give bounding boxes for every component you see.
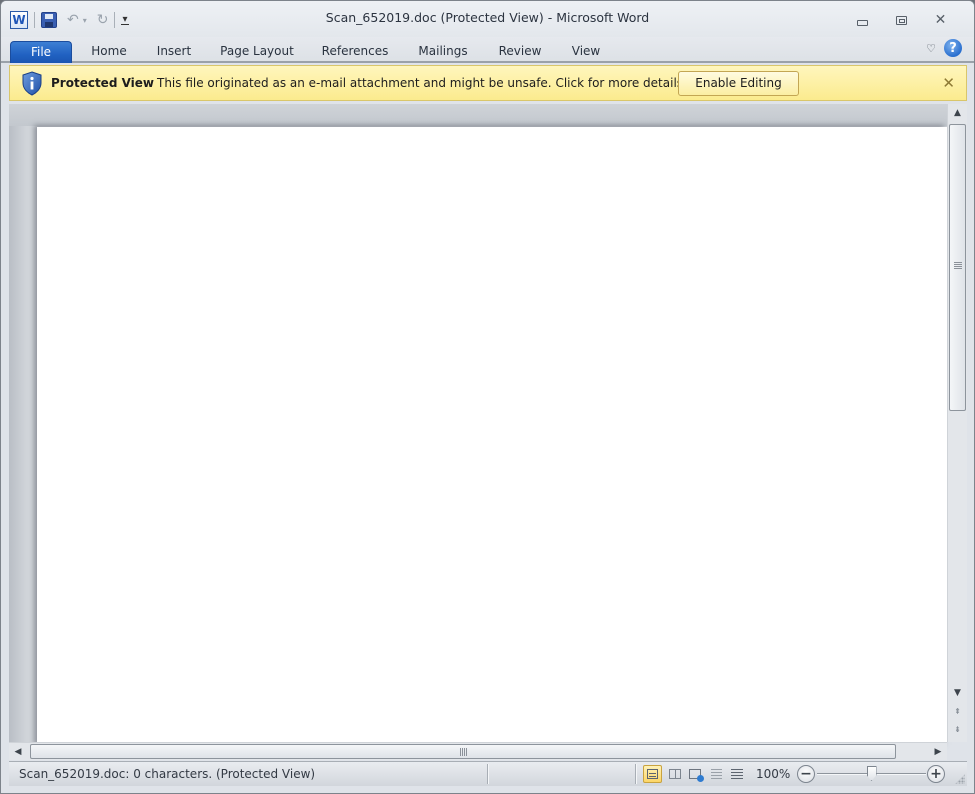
print-layout-view-button[interactable] <box>643 765 662 783</box>
protected-view-title: Protected View <box>51 76 155 90</box>
status-divider <box>635 764 636 784</box>
shield-info-icon <box>22 71 42 96</box>
scroll-left-icon[interactable]: ◀ <box>9 743 27 761</box>
minimize-button[interactable] <box>843 10 882 30</box>
document-area <box>9 104 947 747</box>
minimize-ribbon-icon[interactable]: ♡ <box>926 42 936 55</box>
draft-icon <box>730 769 743 779</box>
tab-home[interactable]: Home <box>81 41 137 63</box>
zoom-slider-thumb[interactable] <box>866 766 877 781</box>
horizontal-scroll-thumb[interactable] <box>30 744 896 759</box>
scroll-right-icon[interactable]: ▶ <box>929 743 947 761</box>
help-icon[interactable]: ? <box>944 39 962 57</box>
enable-editing-button[interactable]: Enable Editing <box>678 71 799 96</box>
draft-view-button[interactable] <box>727 765 746 783</box>
zoom-out-button[interactable]: − <box>797 765 815 783</box>
tab-mailings[interactable]: Mailings <box>407 41 479 63</box>
vertical-scroll-thumb[interactable] <box>949 124 966 411</box>
title-bar: W ↶ ▾ ↻ ▾ Scan_652019.doc (Protected Vie… <box>1 1 974 37</box>
horizontal-scrollbar[interactable]: ◀ ▶ <box>9 742 947 760</box>
minimize-icon <box>857 20 868 26</box>
tab-file[interactable]: File <box>10 41 72 63</box>
maximize-icon <box>896 15 907 25</box>
tab-page-layout[interactable]: Page Layout <box>211 41 303 63</box>
web-layout-view-button[interactable] <box>685 765 704 783</box>
full-screen-reading-view-button[interactable] <box>665 765 684 783</box>
protected-view-message[interactable]: This file originated as an e-mail attach… <box>157 76 687 90</box>
zoom-level[interactable]: 100% <box>756 767 790 781</box>
document-page[interactable] <box>37 127 947 747</box>
previous-page-icon[interactable]: ⇞ <box>948 703 967 719</box>
outline-view-button[interactable] <box>707 765 726 783</box>
window-controls: ✕ <box>843 10 960 30</box>
protected-view-bar[interactable]: Protected View This file originated as a… <box>9 65 967 101</box>
close-icon: ✕ <box>934 12 947 28</box>
tab-references[interactable]: References <box>313 41 397 63</box>
web-layout-icon <box>688 769 704 782</box>
close-bar-icon[interactable]: ✕ <box>942 74 955 92</box>
word-window: W ↶ ▾ ↻ ▾ Scan_652019.doc (Protected Vie… <box>0 0 975 794</box>
status-bar: Scan_652019.doc: 0 characters. (Protecte… <box>9 761 967 786</box>
window-title: Scan_652019.doc (Protected View) - Micro… <box>325 10 650 25</box>
close-button[interactable]: ✕ <box>921 10 960 30</box>
status-divider <box>487 764 488 784</box>
grip-icon <box>460 748 467 756</box>
outline-icon <box>711 769 722 779</box>
vertical-scrollbar[interactable]: ▲ ▼ ⇞ ⇟ <box>947 104 967 742</box>
next-page-icon[interactable]: ⇟ <box>948 721 967 737</box>
print-layout-icon <box>647 769 658 779</box>
grip-icon <box>954 262 962 269</box>
ribbon-tabs: File Home Insert Page Layout References … <box>1 37 974 63</box>
tab-review[interactable]: Review <box>489 41 551 63</box>
tab-view[interactable]: View <box>561 41 611 63</box>
tab-insert[interactable]: Insert <box>147 41 201 63</box>
status-text: Scan_652019.doc: 0 characters. (Protecte… <box>19 767 316 781</box>
zoom-in-button[interactable]: + <box>927 765 945 783</box>
scroll-up-icon[interactable]: ▲ <box>948 104 967 122</box>
full-screen-reading-icon <box>668 769 681 779</box>
maximize-button[interactable] <box>882 10 921 30</box>
ribbon-right-controls: ♡ ? <box>926 39 962 57</box>
scroll-down-icon[interactable]: ▼ <box>948 684 967 702</box>
resize-grip[interactable] <box>955 774 965 784</box>
